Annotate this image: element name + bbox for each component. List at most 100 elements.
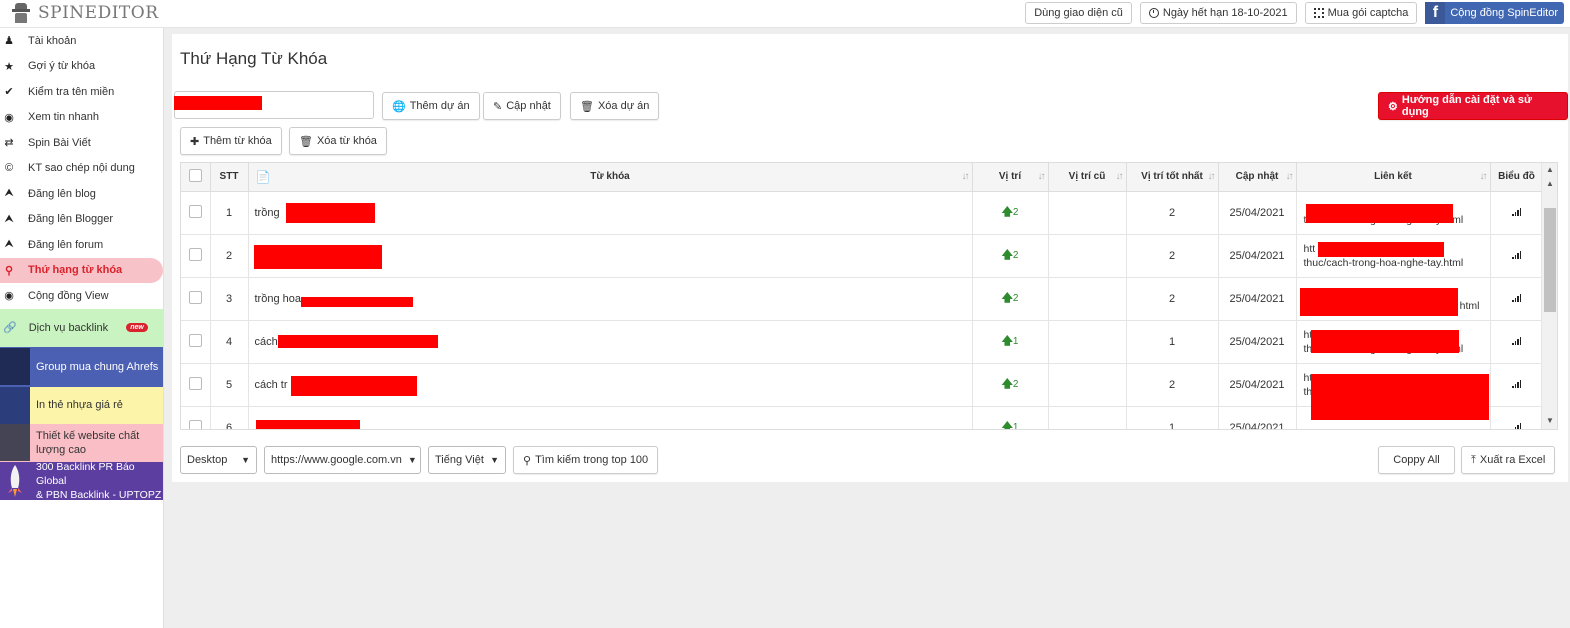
search-icon: ⚲ (523, 454, 532, 467)
update-button[interactable]: ✎ Cập nhật (483, 92, 561, 120)
sidebar-item-post-blog[interactable]: ⮝ Đăng lên blog (0, 181, 163, 207)
add-project-button[interactable]: 🌐 Thêm dự án (382, 92, 480, 120)
link-cell[interactable]: ht th (1296, 363, 1491, 420)
sidebar-item-label: Thứ hạng từ khóa (28, 264, 123, 277)
chart-cell[interactable] (1490, 277, 1544, 321)
link-cell[interactable]: htt thuc/cach-trong-hoa-nghe-tay.html (1296, 234, 1491, 278)
export-excel-button[interactable]: ⤒ Xuất ra Excel (1461, 446, 1556, 474)
table-row[interactable]: 4 cách 🡅1 1 25/04/2021 htthuc/cach-trong… (181, 320, 1544, 364)
scroll-up-icon[interactable]: ▲ (1546, 179, 1554, 188)
sidebar-item-community-view[interactable]: ◉ Cộng đồng View (0, 283, 163, 309)
trash-icon: 🗑 (299, 135, 313, 148)
table-row[interactable]: 6 🡅1 1 25/04/2021 (181, 406, 1544, 429)
clipboard-icon: 📄 (255, 170, 271, 184)
sidebar-item-post-forum[interactable]: ⮝ Đăng lên forum (0, 232, 163, 258)
chart-cell[interactable] (1490, 320, 1544, 364)
captcha-button[interactable]: Mua gói captcha (1304, 2, 1418, 24)
old-ui-button[interactable]: Dùng giao diện cũ (1025, 2, 1132, 24)
language-select[interactable]: Tiếng Việt ▼ (428, 446, 506, 474)
sidebar-item-account[interactable]: ♟ Tài khoản (0, 28, 163, 54)
delete-project-button[interactable]: 🗑 Xóa dự án (570, 92, 660, 120)
keyword-cell: cách (248, 320, 973, 364)
new-badge: new (126, 323, 148, 332)
header-link[interactable]: Liên kết ↓↑ (1296, 163, 1491, 192)
promo-uptop-line2: & PBN Backlink - UPTOPZ (36, 488, 162, 501)
search-engine-select[interactable]: https://www.google.com.vn ▼ (264, 446, 421, 474)
position-value: 2 (1012, 250, 1019, 261)
updated-cell: 25/04/2021 (1218, 234, 1297, 278)
signal-bars-icon[interactable] (1512, 207, 1521, 216)
scroll-up-icon[interactable]: ▲ (1546, 165, 1554, 174)
sidebar-item-keyword-rank[interactable]: ⚲ Thứ hạng từ khóa (0, 257, 163, 283)
row-checkbox[interactable] (188, 419, 202, 429)
row-checkbox-cell[interactable] (181, 363, 211, 407)
sidebar-item-post-blogger[interactable]: ⮝ Đăng lên Blogger (0, 207, 163, 233)
signal-bars-icon[interactable] (1512, 379, 1521, 388)
scroll-down-icon[interactable]: ▼ (1546, 416, 1554, 425)
table-row[interactable]: 2 🡅2 2 25/04/2021 htt thuc/cach-trong-hoa… (181, 234, 1544, 278)
row-checkbox-cell[interactable] (181, 406, 211, 429)
link-cell[interactable] (1296, 406, 1491, 429)
add-keyword-button[interactable]: ✚ Thêm từ khóa (180, 127, 282, 155)
sidebar-item-keyword-suggest[interactable]: ★ Gợi ý từ khóa (0, 54, 163, 80)
signal-bars-icon[interactable] (1512, 293, 1521, 302)
link-cell[interactable]: htthuc/cach-trong-hoa-nghe-tay.html (1296, 320, 1491, 364)
link-cell[interactable]: thuc/cach-trong-hoa-nghe-tay.html (1296, 191, 1491, 235)
sidebar-item-quick-news[interactable]: ◉ Xem tin nhanh (0, 105, 163, 131)
promo-ahrefs[interactable]: Group mua chung Ahrefs (0, 346, 163, 387)
row-checkbox[interactable] (188, 290, 202, 304)
promo-plastic-card[interactable]: In thẻ nhựa giá rẻ (0, 386, 163, 424)
header-keyword-label: Từ khóa (590, 171, 630, 183)
row-checkbox-cell[interactable] (181, 277, 211, 321)
delete-keyword-button[interactable]: 🗑 Xóa từ khóa (289, 127, 387, 155)
table-row[interactable]: 1 trồng 🡅2 2 25/04/2021 thuc/cach-trong-… (181, 191, 1544, 235)
sidebar-item-domain-check[interactable]: ✔ Kiểm tra tên miền (0, 79, 163, 105)
header-old-position[interactable]: Vị trí cũ ↓↑ (1048, 163, 1127, 192)
table-row[interactable]: 5 cách tr 🡅2 2 25/04/2021 ht th (181, 363, 1544, 420)
table-scrollbar[interactable]: ▲ ▲ ▼ (1541, 163, 1557, 429)
header-updated[interactable]: Cập nhật ↓↑ (1218, 163, 1297, 192)
table-row[interactable]: 3 trồng hoa 🡅2 2 25/04/2021 html (181, 277, 1544, 321)
header-keyword[interactable]: 📄 Từ khóa ↓↑ (248, 163, 973, 192)
search-top-button[interactable]: ⚲ Tìm kiếm trong top 100 (513, 446, 659, 474)
trash-icon: 🗑 (580, 100, 594, 113)
copy-all-button[interactable]: Coppy All (1378, 446, 1455, 474)
best-position-cell: 2 (1126, 363, 1219, 407)
keyword-text: cách tr (254, 378, 288, 391)
sort-icon: ↓↑ (1285, 171, 1294, 182)
app-logo[interactable]: SPINEDITOR (12, 3, 159, 23)
row-checkbox[interactable] (188, 204, 202, 218)
row-checkbox-cell[interactable] (181, 234, 211, 278)
row-checkbox-cell[interactable] (181, 320, 211, 364)
link-cell[interactable]: html (1296, 277, 1491, 321)
chart-cell[interactable] (1490, 363, 1544, 407)
chart-cell[interactable] (1490, 191, 1544, 235)
scroll-thumb[interactable] (1544, 208, 1556, 312)
row-checkbox-cell[interactable] (181, 191, 211, 235)
header-best-position[interactable]: Vị trí tốt nhất ↓↑ (1126, 163, 1219, 192)
promo-uptopz[interactable]: 300 Backlink PR Báo Global & PBN Backlink… (0, 461, 163, 501)
promo-backlink[interactable]: 🔗 Dịch vụ backlink new (0, 308, 163, 347)
arrow-up-icon: 🡅 (1001, 292, 1013, 304)
promo-web-design[interactable]: Thiết kế website chất lượng cao (0, 423, 163, 462)
expiry-button[interactable]: Ngày hết hạn 18-10-2021 (1139, 2, 1297, 24)
website-image (0, 424, 30, 461)
signal-bars-icon[interactable] (1512, 336, 1521, 345)
signal-bars-icon[interactable] (1512, 250, 1521, 259)
eye-icon: ◉ (4, 290, 14, 303)
search-engine-value: https://www.google.com.vn (271, 454, 402, 466)
chart-cell[interactable] (1490, 406, 1544, 429)
header-position[interactable]: Vị trí ↓↑ (972, 163, 1049, 192)
community-button[interactable]: f Cộng đồng SpinEditor (1425, 2, 1564, 24)
select-all-checkbox[interactable] (188, 168, 202, 182)
guide-button[interactable]: ⚙ Hướng dẫn cài đặt và sử dụng (1378, 92, 1568, 120)
row-checkbox[interactable] (188, 247, 202, 261)
device-select[interactable]: Desktop ▼ (180, 446, 257, 474)
chart-cell[interactable] (1490, 234, 1544, 278)
signal-bars-icon[interactable] (1512, 422, 1521, 429)
sidebar-item-spin[interactable]: ⇄ Spin Bài Viết (0, 130, 163, 156)
sidebar-item-copy-check[interactable]: © KT sao chép nội dung (0, 156, 163, 182)
row-checkbox[interactable] (188, 376, 202, 390)
header-select-all[interactable] (181, 163, 211, 192)
row-checkbox[interactable] (188, 333, 202, 347)
